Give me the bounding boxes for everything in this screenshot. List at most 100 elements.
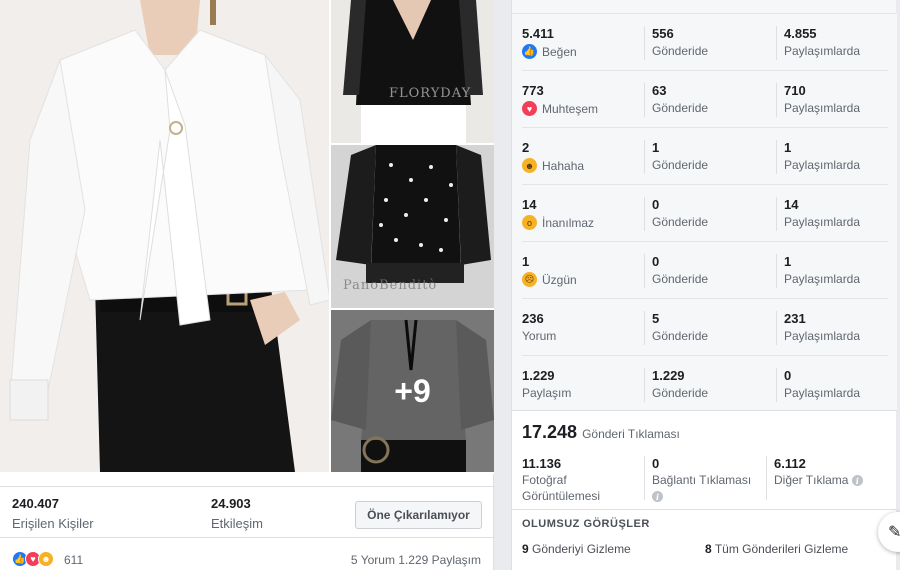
boost-unavailable-button[interactable]: Öne Çıkarılamıyor xyxy=(355,501,482,529)
reaction-total-value: 1 xyxy=(522,254,530,269)
thumb-photo-2[interactable]: PanoBenditò xyxy=(331,145,494,308)
reach-value: 240.407 xyxy=(12,496,59,511)
wow-icon: o xyxy=(522,215,537,230)
post-stats-row: 240.407 Erişilen Kişiler 24.903 Etkileşi… xyxy=(0,486,494,538)
like-icon: 👍 xyxy=(522,44,537,59)
shares-on-shares: 0 Paylaşımlarda xyxy=(776,368,860,402)
reactions-breakdown: 5.411 👍 Beğen 556 Gönderide 4.855 Paylaşı… xyxy=(512,14,897,410)
hide-all-stat: 8 Tüm Gönderileri Gizleme xyxy=(705,542,848,556)
reaction-total: 5.411 👍 Beğen xyxy=(522,26,577,59)
reaction-on-shares: 14 Paylaşımlarda xyxy=(776,197,860,231)
photo-gallery: FLORYDAY PanoBenditò +9 xyxy=(0,0,494,474)
shares-total-value: 1.229 xyxy=(522,368,555,383)
reaction-total: 2 ☻ Hahaha xyxy=(522,140,584,173)
watermark-text: FLORYDAY xyxy=(389,86,472,101)
post-clicks-label: Gönderi Tıklaması xyxy=(582,427,680,441)
comments-label: Yorum xyxy=(522,329,557,343)
reach-label: Erişilen Kişiler xyxy=(12,516,94,531)
on-post-value: 0 xyxy=(652,254,660,269)
reaction-row-wow: 14 o İnanılmaz 0 Gönderide 14 Paylaşımlar… xyxy=(522,185,888,242)
comments-total-value: 236 xyxy=(522,311,544,326)
reaction-label: Muhteşem xyxy=(542,101,599,116)
reaction-total-value: 773 xyxy=(522,83,544,98)
engagement-stat: 24.903 Etkileşim xyxy=(211,496,263,531)
photo-views-label-line1: Fotoğraf xyxy=(522,473,567,487)
on-shares-value: 4.855 xyxy=(784,26,817,41)
thumb-photo-3[interactable]: +9 xyxy=(331,310,494,472)
hide-post-count: 9 xyxy=(522,542,529,556)
on-post-label: Gönderide xyxy=(652,215,709,229)
reaction-icons[interactable]: 👍 ♥ ☻ xyxy=(12,551,54,567)
on-post-value: 63 xyxy=(652,83,667,98)
reaction-total-value: 14 xyxy=(522,197,537,212)
on-shares-value: 0 xyxy=(784,368,792,383)
thumb-photo-1[interactable]: FLORYDAY xyxy=(331,0,494,143)
black-blouse-illustration xyxy=(331,0,494,143)
hide-post-stat: 9 Gönderiyi Gizleme xyxy=(522,542,631,556)
reaction-on-shares: 1 Paylaşımlarda xyxy=(776,254,860,288)
on-shares-value: 1 xyxy=(784,254,792,269)
info-icon[interactable]: i xyxy=(851,475,863,487)
on-shares-value: 1 xyxy=(784,140,792,155)
reaction-label: Üzgün xyxy=(542,272,577,287)
link-clicks-label: Bağlantı Tıklaması xyxy=(652,473,752,487)
on-post-label: Gönderide xyxy=(652,329,709,343)
on-shares-label: Paylaşımlarda xyxy=(784,386,861,400)
info-icon[interactable]: i xyxy=(652,491,663,503)
reaction-total-value: 2 xyxy=(522,140,530,155)
more-photos-overlay[interactable]: +9 xyxy=(331,310,494,472)
reaction-on-shares: 1 Paylaşımlarda xyxy=(776,140,860,174)
other-clicks-value: 6.112 xyxy=(774,456,806,471)
comments-shares-summary[interactable]: 5 Yorum 1.229 Paylaşım xyxy=(351,553,481,567)
reactions-count[interactable]: 611 xyxy=(64,553,83,567)
reaction-on-post: 556 Gönderide xyxy=(644,26,708,60)
photo-views-stat: 11.136 Fotoğraf Görüntülemesi xyxy=(522,456,600,503)
other-clicks-stat: 6.112 Diğer Tıklama i xyxy=(766,456,863,500)
compose-icon: ✎ xyxy=(888,524,900,541)
photo-views-value: 11.136 xyxy=(522,456,562,471)
reaction-on-shares: 710 Paylaşımlarda xyxy=(776,83,860,117)
hide-all-count: 8 xyxy=(705,542,712,556)
on-shares-label: Paylaşımlarda xyxy=(784,272,861,286)
on-shares-value: 710 xyxy=(784,83,806,98)
shares-row: 1.229 Paylaşım 1.229 Gönderide 0 Paylaşı… xyxy=(522,356,888,413)
reactions-summary: 👍 ♥ ☻ 611 5 Yorum 1.229 Paylaşım xyxy=(0,548,494,570)
insights-panel: 5.411 👍 Beğen 556 Gönderide 4.855 Paylaşı… xyxy=(511,0,897,570)
reaction-label: Hahaha xyxy=(542,158,585,173)
on-post-label: Gönderide xyxy=(652,44,709,58)
main-photo[interactable] xyxy=(0,0,329,472)
love-icon: ♥ xyxy=(522,101,537,116)
haha-icon: ☻ xyxy=(38,551,54,567)
shares-on-post: 1.229 Gönderide xyxy=(644,368,708,402)
reaction-label: İnanılmaz xyxy=(542,215,595,230)
reach-stat: 240.407 Erişilen Kişiler xyxy=(12,496,94,531)
comments-on-post: 5 Gönderide xyxy=(644,311,708,345)
sad-icon: ☹ xyxy=(522,272,537,287)
watermark-text: PanoBenditò xyxy=(343,278,438,293)
reaction-row-love: 773 ♥ Muhteşem 63 Gönderide 710 Paylaşıml… xyxy=(522,71,888,128)
hide-all-label: Tüm Gönderileri Gizleme xyxy=(714,542,849,556)
photo-views-label-line2: Görüntülemesi xyxy=(522,489,601,503)
panel-top-strip xyxy=(512,0,896,14)
reaction-on-post: 63 Gönderide xyxy=(644,83,708,117)
engagement-label: Etkileşim xyxy=(211,516,264,531)
engagement-value: 24.903 xyxy=(211,496,251,511)
reaction-row-like: 5.411 👍 Beğen 556 Gönderide 4.855 Paylaşı… xyxy=(522,14,888,71)
reaction-total: 1 ☹ Üzgün xyxy=(522,254,577,287)
negative-feedback-heading: OLUMSUZ GÖRÜŞLER xyxy=(522,518,650,530)
on-post-label: Gönderide xyxy=(652,158,709,172)
shares-label: Paylaşım xyxy=(522,386,572,400)
page-root: FLORYDAY PanoBenditò +9 240.407 Erişilen… xyxy=(0,0,900,570)
hide-post-label: Gönderiyi Gizleme xyxy=(532,542,631,556)
on-post-label: Gönderide xyxy=(652,386,709,400)
comments-total: 236 Yorum xyxy=(522,311,556,343)
haha-icon: ☻ xyxy=(522,158,537,173)
on-shares-value: 231 xyxy=(784,311,806,326)
on-post-value: 5 xyxy=(652,311,660,326)
on-shares-label: Paylaşımlarda xyxy=(784,44,861,58)
reaction-on-post: 0 Gönderide xyxy=(644,254,708,288)
reaction-on-post: 1 Gönderide xyxy=(644,140,708,174)
link-clicks-value: 0 xyxy=(652,456,660,471)
other-clicks-label: Diğer Tıklama xyxy=(774,473,849,487)
comments-row: 236 Yorum 5 Gönderide 231 Paylaşımlarda xyxy=(522,299,888,356)
